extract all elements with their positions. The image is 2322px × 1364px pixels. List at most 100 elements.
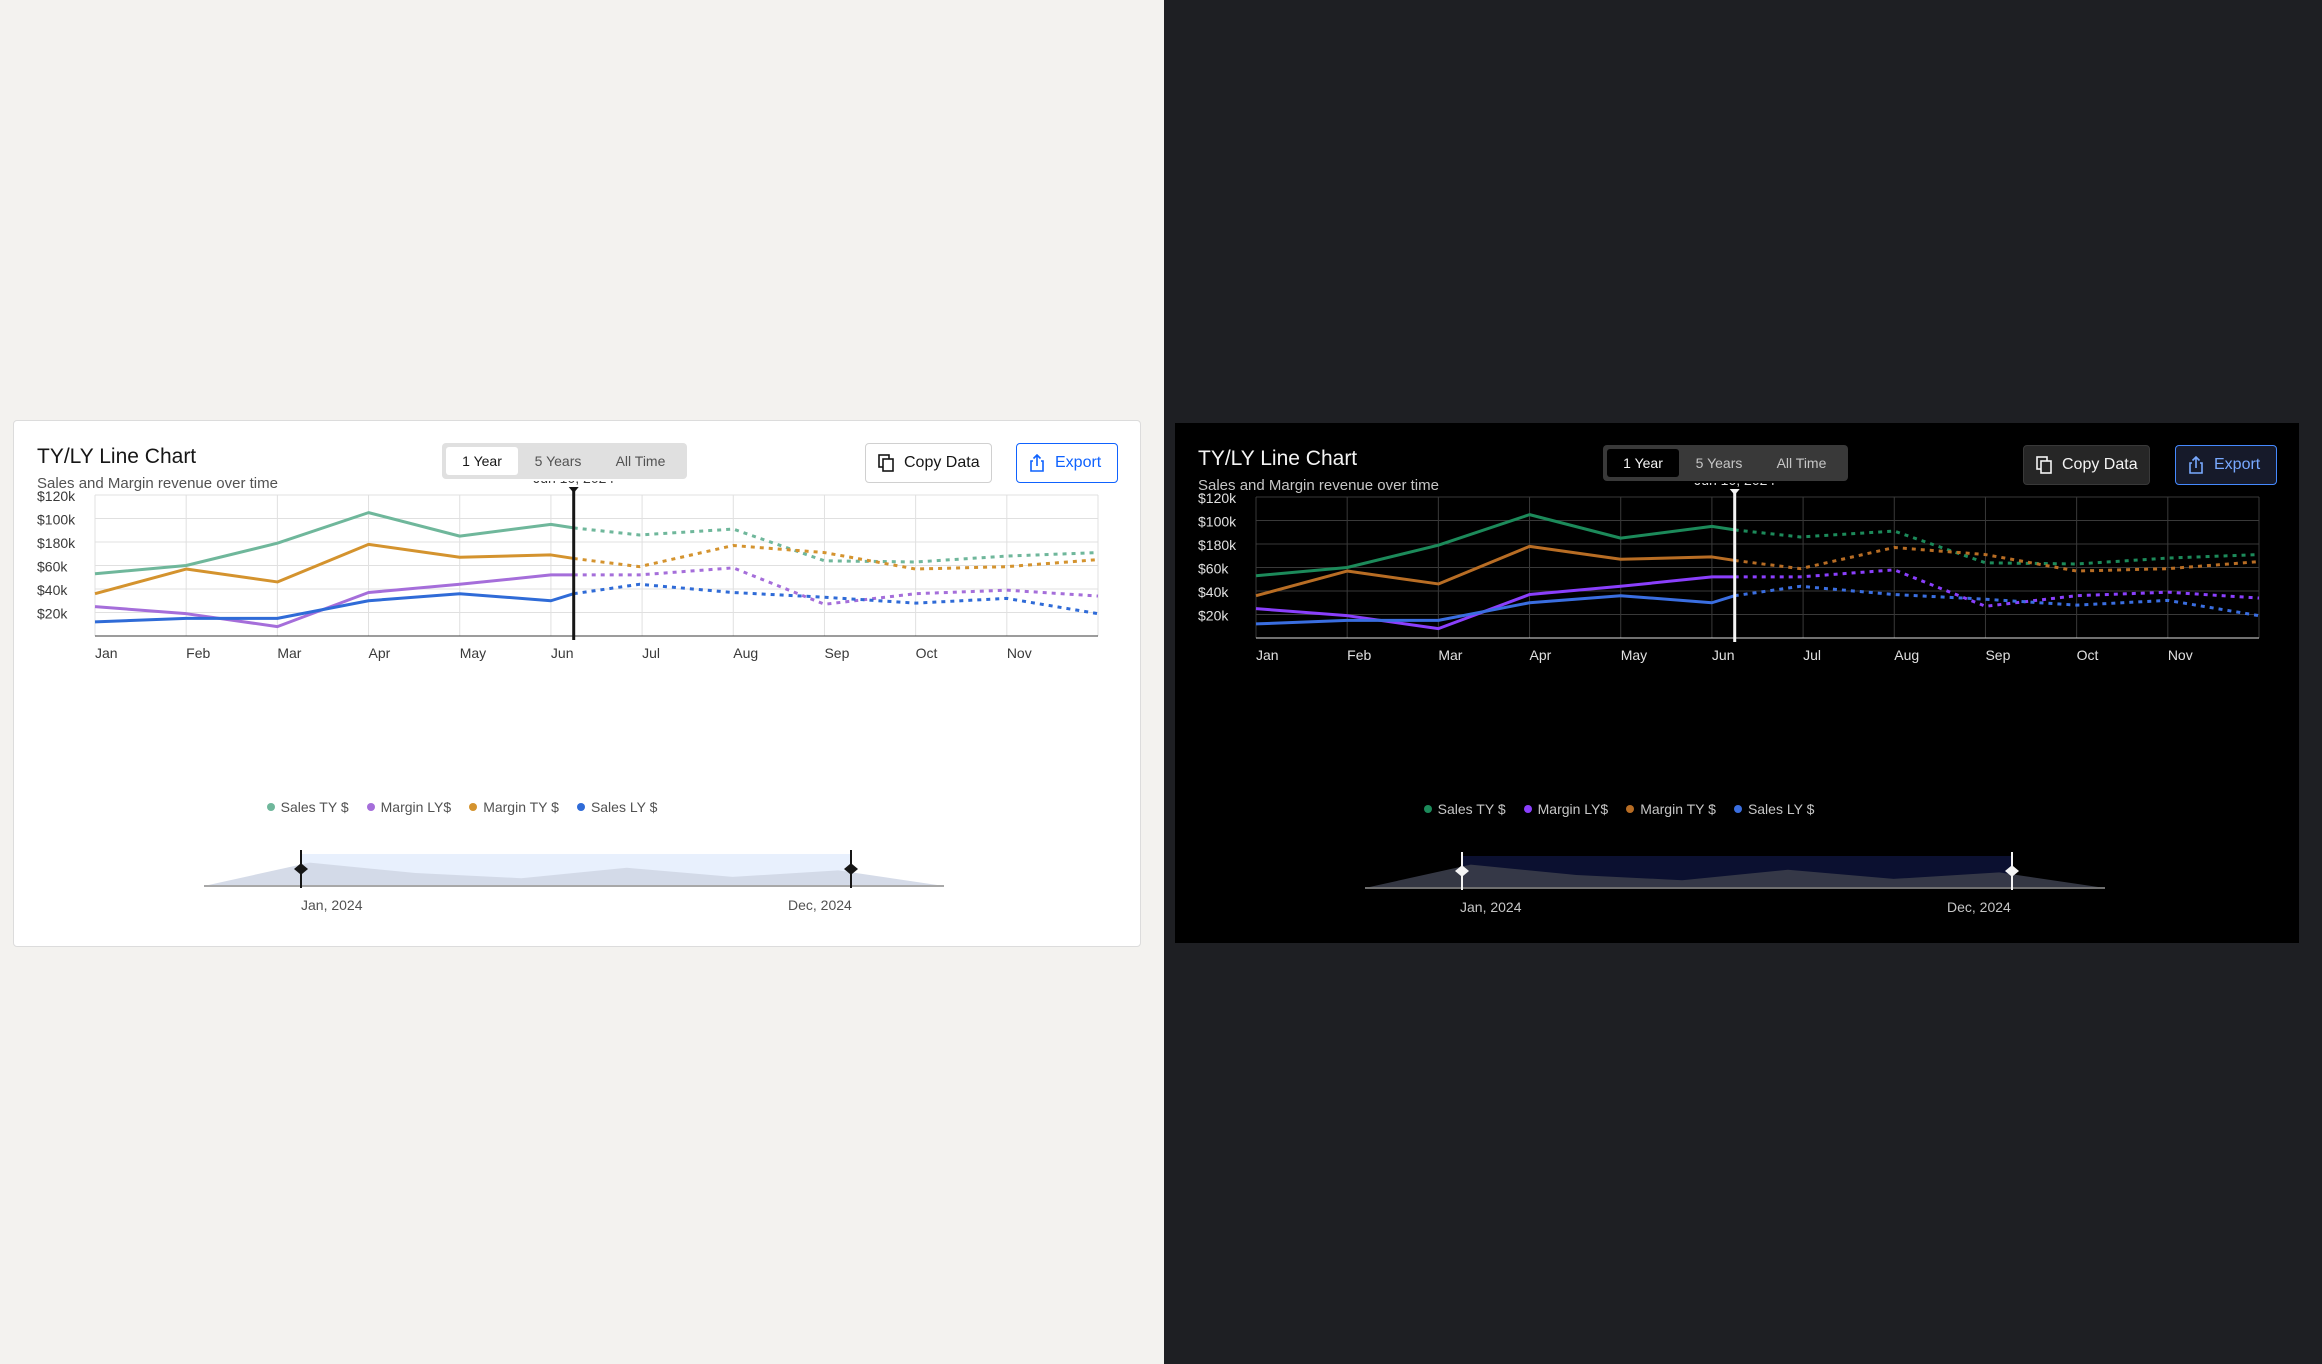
- light-theme-panel: TY/LY Line Chart Sales and Margin revenu…: [0, 0, 1164, 1364]
- brush-start-label: Jan, 2024: [1460, 899, 1522, 915]
- legend-label: Margin LY$: [380, 799, 452, 815]
- x-tick-label: Aug: [1894, 647, 1919, 663]
- legend-label: Margin TY $: [1640, 801, 1716, 817]
- series-forecast-line-sales_ty: [573, 526, 1099, 564]
- legend-swatch: [266, 803, 275, 811]
- copy-icon: [878, 454, 894, 472]
- brush-end-label: Dec, 2024: [1947, 899, 2011, 915]
- export-label: Export: [2214, 456, 2261, 473]
- y-tick-label: $120k: [37, 488, 76, 504]
- legend-swatch: [1523, 805, 1532, 813]
- x-tick-label: Jul: [642, 645, 660, 661]
- export-label: Export: [1055, 454, 1102, 471]
- x-tick-label: Jul: [1803, 647, 1821, 663]
- legend-item-margin_ty[interactable]: Margin TY $: [469, 799, 559, 815]
- x-tick-label: Jun: [551, 645, 574, 661]
- legend-label: Margin TY $: [483, 799, 559, 815]
- range-1-year-button[interactable]: 1 Year: [446, 447, 518, 475]
- copy-data-button[interactable]: Copy Data: [865, 443, 992, 483]
- x-tick-label: Oct: [2077, 647, 2099, 663]
- legend-swatch: [1626, 805, 1635, 813]
- x-tick-label: Apr: [369, 645, 391, 661]
- x-tick-label: May: [460, 645, 486, 661]
- legend-label: Sales TY $: [1437, 801, 1506, 817]
- legend-label: Margin LY$: [1537, 801, 1609, 817]
- x-tick-label: Jan: [1256, 647, 1279, 663]
- series-forecast-line-sales_ty: [1734, 528, 2260, 566]
- legend-item-margin_ty[interactable]: Margin TY $: [1626, 801, 1716, 817]
- series-line-sales_ty: [1255, 513, 1735, 578]
- x-tick-label: Aug: [733, 645, 758, 661]
- brush-end-label: Dec, 2024: [788, 897, 852, 913]
- legend-item-sales_ty[interactable]: Sales TY $: [1423, 801, 1506, 817]
- y-tick-label: $40k: [37, 582, 68, 598]
- legend-swatch: [1733, 805, 1742, 813]
- export-button[interactable]: Export: [2175, 445, 2277, 485]
- brush-start-label: Jan, 2024: [301, 897, 363, 913]
- export-icon: [2189, 456, 2203, 474]
- copy-data-button[interactable]: Copy Data: [2023, 445, 2150, 485]
- x-tick-label: Mar: [277, 645, 301, 661]
- series-line-sales_ly: [1255, 594, 1736, 626]
- legend-item-sales_ly[interactable]: Sales LY $: [1733, 801, 1815, 817]
- legend-swatch: [1423, 805, 1432, 813]
- series-line-margin_ty: [1255, 544, 1735, 598]
- legend-item-margin_ly[interactable]: Margin LY$: [366, 799, 452, 815]
- range-1-year-button[interactable]: 1 Year: [1607, 449, 1679, 477]
- date-marker-label: Jun 10, 2024: [533, 481, 614, 486]
- export-button[interactable]: Export: [1016, 443, 1118, 483]
- series-line-sales_ty: [94, 511, 574, 576]
- brush-handle-arrow: [2013, 866, 2019, 876]
- x-tick-label: May: [1621, 647, 1647, 663]
- date-marker-label: Jun 10, 2024: [1694, 483, 1775, 488]
- y-tick-label: $180k: [37, 535, 76, 551]
- dark-theme-panel: TY/LY Line Chart Sales and Margin revenu…: [1164, 0, 2322, 1364]
- range-brush[interactable]: [14, 846, 1142, 896]
- card-title: TY/LY Line Chart: [1198, 447, 1358, 470]
- y-tick-label: $100k: [1198, 514, 1237, 530]
- y-tick-label: $100k: [37, 512, 76, 528]
- y-tick-label: $20k: [37, 606, 68, 622]
- brush-handle-arrow: [852, 864, 858, 874]
- copy-data-label: Copy Data: [904, 454, 980, 471]
- legend-label: Sales LY $: [590, 799, 658, 815]
- y-tick-label: $60k: [37, 559, 68, 575]
- y-tick-label: $180k: [1198, 537, 1237, 553]
- time-range-switcher: 1 Year 5 Years All Time: [442, 443, 687, 479]
- x-tick-label: Sep: [824, 645, 849, 661]
- x-tick-label: Feb: [1347, 647, 1371, 663]
- legend-item-margin_ly[interactable]: Margin LY$: [1523, 801, 1609, 817]
- range-5-years-button[interactable]: 5 Years: [1679, 449, 1759, 477]
- chart-card: TY/LY Line Chart Sales and Margin revenu…: [13, 420, 1141, 947]
- x-tick-label: Nov: [2168, 647, 2193, 663]
- chart-legend: Sales TY $ Margin LY$ Margin TY $ Sales LY …: [939, 801, 2299, 817]
- x-tick-label: Nov: [1007, 645, 1032, 661]
- range-all-time-button[interactable]: All Time: [1759, 449, 1844, 477]
- copy-icon: [2036, 456, 2052, 474]
- range-brush[interactable]: [1175, 848, 2299, 898]
- x-tick-label: Feb: [186, 645, 210, 661]
- range-5-years-button[interactable]: 5 Years: [518, 447, 598, 475]
- line-chart: $120k $100k $180k $60k $40k $20k Jan Feb Mar Apr M…: [1198, 483, 2260, 663]
- copy-data-label: Copy Data: [2062, 456, 2138, 473]
- series-line-margin_ty: [94, 542, 574, 596]
- x-tick-label: Oct: [916, 645, 938, 661]
- y-tick-label: $60k: [1198, 561, 1229, 577]
- card-title: TY/LY Line Chart: [37, 445, 197, 468]
- date-marker-handle: [1729, 489, 1740, 495]
- date-marker-handle: [568, 487, 579, 493]
- legend-item-sales_ty[interactable]: Sales TY $: [266, 799, 349, 815]
- range-all-time-button[interactable]: All Time: [598, 447, 683, 475]
- legend-label: Sales LY $: [1747, 801, 1815, 817]
- x-tick-label: Apr: [1530, 647, 1552, 663]
- x-tick-label: Jun: [1712, 647, 1735, 663]
- legend-swatch: [576, 803, 585, 811]
- legend-swatch: [469, 803, 478, 811]
- y-tick-label: $40k: [1198, 584, 1229, 600]
- chart-card: TY/LY Line Chart Sales and Margin revenu…: [1175, 423, 2299, 943]
- time-range-switcher: 1 Year 5 Years All Time: [1603, 445, 1848, 481]
- legend-item-sales_ly[interactable]: Sales LY $: [576, 799, 658, 815]
- legend-swatch: [366, 803, 375, 811]
- y-tick-label: $120k: [1198, 490, 1237, 506]
- x-tick-label: Sep: [1985, 647, 2010, 663]
